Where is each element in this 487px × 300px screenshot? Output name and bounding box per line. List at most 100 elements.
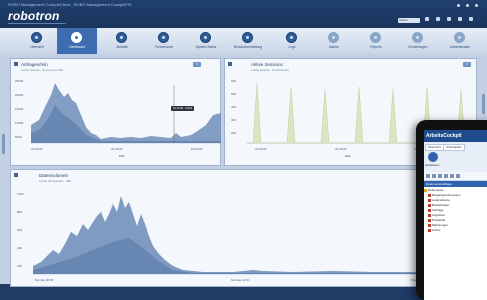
tablet-device: ArbeitsCockpit Übersicht Arbeitsplatz Ak… <box>416 120 487 300</box>
y-tick: 1000 <box>17 192 24 196</box>
dashboard-content: Anfragen/min Letzte Stunde · Summe pro M… <box>0 54 487 287</box>
data-volume-area-chart <box>33 196 433 275</box>
robotron-logo: robotron <box>8 9 60 23</box>
x-tick: Montag 12:00 <box>231 278 250 282</box>
left-collapse-handle[interactable] <box>2 134 5 154</box>
tablet-section-header: Dokumentenablage <box>424 181 487 187</box>
main-navigation: Übersicht Dashboard Aktivität Performanc… <box>0 28 487 55</box>
y-tick: 10000 <box>15 121 24 125</box>
panel-subtitle: Letzte Stunde · Summe pro Min <box>21 68 64 72</box>
document-icon <box>428 223 431 227</box>
notifications-icon[interactable] <box>458 17 462 21</box>
help-icon[interactable] <box>447 17 451 21</box>
document-icon <box>428 208 431 212</box>
logo-underline <box>8 23 66 24</box>
nav-item-uebersicht[interactable]: Übersicht <box>17 28 57 54</box>
y-tick: 20000 <box>15 93 24 97</box>
nav-item-aktivitaet[interactable]: Aktivität <box>102 28 142 54</box>
tree-item[interactable]: Archiv <box>424 228 487 233</box>
user-icon[interactable] <box>425 17 429 21</box>
panel-menu-button[interactable]: ▾ <box>463 62 471 67</box>
panel-subtitle: Letzte Stunde · Durchschnitt <box>251 68 289 72</box>
panel-data-volume: Datenvolumen Letzte 24 Stunden · MB ▾ 10… <box>10 169 477 287</box>
logs-icon <box>286 32 297 43</box>
panel-title: Anfragen/min <box>21 62 48 67</box>
window-title-bar: ROBO Management Cockpit/Client - ROBO Ma… <box>0 0 487 28</box>
x-axis-label: Zeit <box>345 154 351 158</box>
y-tick: 25000 <box>15 79 24 83</box>
tablet-screen: ArbeitsCockpit Übersicht Arbeitsplatz Ak… <box>424 130 487 300</box>
maximize-icon[interactable] <box>466 4 469 7</box>
y-tick: 5000 <box>15 135 22 139</box>
activity-icon <box>116 32 127 43</box>
x-tick: 09:30:00 <box>335 147 347 151</box>
tablet-tab-overview[interactable]: Übersicht <box>425 144 444 151</box>
chart-icon <box>14 173 18 177</box>
tablet-toolbar <box>424 172 487 181</box>
panel-title: Aktive Sessions <box>251 62 283 67</box>
close-icon[interactable] <box>475 4 478 7</box>
chart-tooltip: 10:12:00 · 9.834 <box>171 106 194 111</box>
logout-icon[interactable] <box>469 17 473 21</box>
refresh-label: Aktualisieren <box>425 164 440 167</box>
dashboard-icon <box>71 32 82 43</box>
y-tick: 400 <box>17 246 23 250</box>
y-tick: 300 <box>231 118 237 122</box>
nav-item-reports[interactable]: Reports <box>356 28 396 54</box>
panel-title: Datenvolumen <box>39 173 69 178</box>
alarm-icon <box>328 32 339 43</box>
tablet-section-title: Dokumentenablage <box>426 182 453 186</box>
nav-item-alarme[interactable]: Alarme <box>314 28 354 54</box>
new-icon[interactable] <box>426 174 430 178</box>
y-tick: 15000 <box>15 107 24 111</box>
tablet-tab-workplace[interactable]: Arbeitsplatz <box>443 144 465 151</box>
chart-icon <box>228 62 232 66</box>
document-icon <box>428 218 431 222</box>
tablet-app-title-bar: ArbeitsCockpit <box>424 130 487 142</box>
right-collapse-handle[interactable] <box>482 94 485 114</box>
y-tick: 600 <box>231 79 237 83</box>
save-icon[interactable] <box>438 174 442 178</box>
nav-item-performance[interactable]: Performance <box>144 28 184 54</box>
overview-icon <box>31 32 42 43</box>
document-icon <box>428 228 431 232</box>
panel-menu-button[interactable]: ▾ <box>193 62 201 67</box>
delete-icon[interactable] <box>450 174 454 178</box>
tablet-tree: Dokumente Eingangsrechnungen Lieferschei… <box>424 188 487 233</box>
nav-item-dashboard[interactable]: Dashboard <box>57 28 97 54</box>
folder-icon <box>424 188 427 192</box>
print-icon[interactable] <box>444 174 448 178</box>
panel-subtitle: Letzte 24 Stunden · MB <box>39 179 71 183</box>
refresh-icon[interactable] <box>428 152 438 162</box>
nav-item-benutzer[interactable]: Benutzerverwaltung <box>228 28 268 54</box>
y-tick: 600 <box>17 228 23 232</box>
tablet-ribbon: Übersicht Arbeitsplatz Aktualisieren <box>424 142 487 173</box>
settings-nav-icon <box>412 32 423 43</box>
chart-icon <box>14 62 18 66</box>
x-tick: 09:00:00 <box>31 147 43 151</box>
reports-icon <box>370 32 381 43</box>
y-tick: 500 <box>231 92 237 96</box>
document-icon <box>428 193 431 197</box>
panel-requests: Anfragen/min Letzte Stunde · Summe pro M… <box>10 58 221 166</box>
y-tick: 800 <box>17 210 23 214</box>
x-tick: 10:00:00 <box>191 147 203 151</box>
x-tick: 09:00:00 <box>255 147 267 151</box>
nav-item-system-status[interactable]: System-Status <box>186 28 226 54</box>
y-tick: 400 <box>231 105 237 109</box>
settings-icon[interactable] <box>436 17 440 21</box>
search-input[interactable]: Suche <box>398 18 420 23</box>
open-icon[interactable] <box>432 174 436 178</box>
x-axis-label: Zeit <box>119 154 125 158</box>
x-tick: Montag 00:00 <box>35 278 54 282</box>
nav-item-logs[interactable]: Logs <box>272 28 312 54</box>
nav-item-administration[interactable]: Administration <box>440 28 480 54</box>
document-icon <box>428 203 431 207</box>
x-tick: 09:30:00 <box>111 147 123 151</box>
tablet-app-title: ArbeitsCockpit <box>426 133 462 139</box>
document-icon <box>428 198 431 202</box>
search-icon[interactable] <box>456 174 460 178</box>
nav-item-einstellungen[interactable]: Einstellungen <box>398 28 438 54</box>
minimize-icon[interactable] <box>457 4 460 7</box>
performance-icon <box>158 32 169 43</box>
